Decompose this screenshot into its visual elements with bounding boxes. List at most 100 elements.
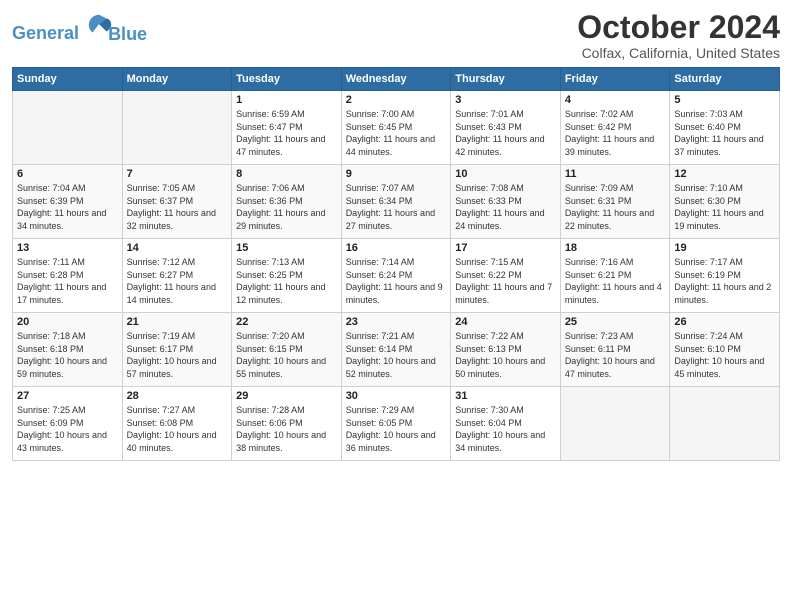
day-info: Sunrise: 7:25 AMSunset: 6:09 PMDaylight:…: [17, 404, 118, 454]
day-info: Sunrise: 7:24 AMSunset: 6:10 PMDaylight:…: [674, 330, 775, 380]
day-number: 29: [236, 390, 337, 402]
day-info: Sunrise: 7:01 AMSunset: 6:43 PMDaylight:…: [455, 108, 556, 158]
day-number: 6: [17, 168, 118, 180]
day-info: Sunrise: 7:09 AMSunset: 6:31 PMDaylight:…: [565, 182, 666, 232]
calendar-cell: 22 Sunrise: 7:20 AMSunset: 6:15 PMDayligh…: [232, 313, 342, 387]
day-number: 17: [455, 242, 556, 254]
header-day: Saturday: [670, 68, 780, 91]
day-number: 27: [17, 390, 118, 402]
day-number: 3: [455, 94, 556, 106]
day-number: 2: [346, 94, 447, 106]
day-number: 5: [674, 94, 775, 106]
calendar-cell: 10 Sunrise: 7:08 AMSunset: 6:33 PMDayligh…: [451, 165, 561, 239]
logo-text: General: [12, 11, 114, 44]
calendar-cell: 5 Sunrise: 7:03 AMSunset: 6:40 PMDaylight…: [670, 91, 780, 165]
calendar-cell: 19 Sunrise: 7:17 AMSunset: 6:19 PMDayligh…: [670, 239, 780, 313]
calendar-cell: 30Sunrise: 7:29 AMSunset: 6:05 PMDayligh…: [341, 387, 451, 461]
day-number: 24: [455, 316, 556, 328]
day-number: 23: [346, 316, 447, 328]
calendar-cell: 15 Sunrise: 7:13 AMSunset: 6:25 PMDayligh…: [232, 239, 342, 313]
month-title: October 2024: [577, 10, 780, 45]
day-number: 8: [236, 168, 337, 180]
header-day: Friday: [560, 68, 670, 91]
header-day: Thursday: [451, 68, 561, 91]
day-number: 22: [236, 316, 337, 328]
day-number: 30: [346, 390, 447, 402]
header-day: Wednesday: [341, 68, 451, 91]
calendar-week: 13 Sunrise: 7:11 AMSunset: 6:28 PMDayligh…: [13, 239, 780, 313]
header-day: Sunday: [13, 68, 123, 91]
day-info: Sunrise: 7:28 AMSunset: 6:06 PMDaylight:…: [236, 404, 337, 454]
calendar-cell: 14 Sunrise: 7:12 AMSunset: 6:27 PMDayligh…: [122, 239, 232, 313]
day-number: 1: [236, 94, 337, 106]
calendar-cell: 17 Sunrise: 7:15 AMSunset: 6:22 PMDayligh…: [451, 239, 561, 313]
calendar-cell: 6 Sunrise: 7:04 AMSunset: 6:39 PMDaylight…: [13, 165, 123, 239]
header-day: Tuesday: [232, 68, 342, 91]
calendar-cell: 31 Sunrise: 7:30 AMSunset: 6:04 PMDayligh…: [451, 387, 561, 461]
day-number: 11: [565, 168, 666, 180]
day-info: Sunrise: 7:08 AMSunset: 6:33 PMDaylight:…: [455, 182, 556, 232]
day-number: 31: [455, 390, 556, 402]
day-info: Sunrise: 7:20 AMSunset: 6:15 PMDaylight:…: [236, 330, 337, 380]
day-info: Sunrise: 7:07 AMSunset: 6:34 PMDaylight:…: [346, 182, 447, 232]
calendar-cell: 29 Sunrise: 7:28 AMSunset: 6:06 PMDayligh…: [232, 387, 342, 461]
day-info: Sunrise: 7:12 AMSunset: 6:27 PMDaylight:…: [127, 256, 228, 306]
day-number: 25: [565, 316, 666, 328]
day-info: Sunrise: 7:16 AMSunset: 6:21 PMDaylight:…: [565, 256, 666, 306]
day-info: Sunrise: 7:21 AMSunset: 6:14 PMDaylight:…: [346, 330, 447, 380]
calendar-cell: 7Sunrise: 7:05 AMSunset: 6:37 PMDaylight…: [122, 165, 232, 239]
day-info: Sunrise: 7:30 AMSunset: 6:04 PMDaylight:…: [455, 404, 556, 454]
day-info: Sunrise: 7:10 AMSunset: 6:30 PMDaylight:…: [674, 182, 775, 232]
day-number: 16: [346, 242, 447, 254]
header-row: SundayMondayTuesdayWednesdayThursdayFrid…: [13, 68, 780, 91]
day-info: Sunrise: 6:59 AMSunset: 6:47 PMDaylight:…: [236, 108, 337, 158]
calendar-cell: 28Sunrise: 7:27 AMSunset: 6:08 PMDayligh…: [122, 387, 232, 461]
calendar-cell: 21Sunrise: 7:19 AMSunset: 6:17 PMDayligh…: [122, 313, 232, 387]
calendar-week: 6 Sunrise: 7:04 AMSunset: 6:39 PMDaylight…: [13, 165, 780, 239]
calendar-week: 27 Sunrise: 7:25 AMSunset: 6:09 PMDayligh…: [13, 387, 780, 461]
calendar-table: SundayMondayTuesdayWednesdayThursdayFrid…: [12, 67, 780, 461]
day-number: 12: [674, 168, 775, 180]
calendar-week: 20Sunrise: 7:18 AMSunset: 6:18 PMDayligh…: [13, 313, 780, 387]
location-subtitle: Colfax, California, United States: [577, 45, 780, 61]
day-number: 10: [455, 168, 556, 180]
day-info: Sunrise: 7:13 AMSunset: 6:25 PMDaylight:…: [236, 256, 337, 306]
day-info: Sunrise: 7:03 AMSunset: 6:40 PMDaylight:…: [674, 108, 775, 158]
day-info: Sunrise: 7:15 AMSunset: 6:22 PMDaylight:…: [455, 256, 556, 306]
calendar-cell: [670, 387, 780, 461]
page-container: General Blue October 2024 Colfax, Califo…: [0, 0, 792, 469]
day-number: 18: [565, 242, 666, 254]
day-number: 19: [674, 242, 775, 254]
day-info: Sunrise: 7:23 AMSunset: 6:11 PMDaylight:…: [565, 330, 666, 380]
day-number: 20: [17, 316, 118, 328]
day-info: Sunrise: 7:17 AMSunset: 6:19 PMDaylight:…: [674, 256, 775, 306]
calendar-cell: 4 Sunrise: 7:02 AMSunset: 6:42 PMDaylight…: [560, 91, 670, 165]
calendar-cell: 25 Sunrise: 7:23 AMSunset: 6:11 PMDayligh…: [560, 313, 670, 387]
calendar-cell: 20Sunrise: 7:18 AMSunset: 6:18 PMDayligh…: [13, 313, 123, 387]
day-number: 14: [127, 242, 228, 254]
calendar-cell: 26 Sunrise: 7:24 AMSunset: 6:10 PMDayligh…: [670, 313, 780, 387]
day-number: 4: [565, 94, 666, 106]
header-day: Monday: [122, 68, 232, 91]
logo: General Blue: [12, 10, 147, 45]
calendar-cell: 8Sunrise: 7:06 AMSunset: 6:36 PMDaylight…: [232, 165, 342, 239]
page-header: General Blue October 2024 Colfax, Califo…: [12, 10, 780, 61]
calendar-cell: [13, 91, 123, 165]
calendar-cell: 23 Sunrise: 7:21 AMSunset: 6:14 PMDayligh…: [341, 313, 451, 387]
calendar-cell: [560, 387, 670, 461]
calendar-cell: 27 Sunrise: 7:25 AMSunset: 6:09 PMDayligh…: [13, 387, 123, 461]
day-number: 26: [674, 316, 775, 328]
day-info: Sunrise: 7:11 AMSunset: 6:28 PMDaylight:…: [17, 256, 118, 306]
calendar-cell: 2 Sunrise: 7:00 AMSunset: 6:45 PMDaylight…: [341, 91, 451, 165]
calendar-cell: 1 Sunrise: 6:59 AMSunset: 6:47 PMDaylight…: [232, 91, 342, 165]
day-info: Sunrise: 7:04 AMSunset: 6:39 PMDaylight:…: [17, 182, 118, 232]
day-info: Sunrise: 7:19 AMSunset: 6:17 PMDaylight:…: [127, 330, 228, 380]
calendar-cell: 11 Sunrise: 7:09 AMSunset: 6:31 PMDayligh…: [560, 165, 670, 239]
day-info: Sunrise: 7:02 AMSunset: 6:42 PMDaylight:…: [565, 108, 666, 158]
logo-blue: Blue: [108, 24, 147, 45]
day-info: Sunrise: 7:00 AMSunset: 6:45 PMDaylight:…: [346, 108, 447, 158]
day-number: 15: [236, 242, 337, 254]
calendar-cell: 13 Sunrise: 7:11 AMSunset: 6:28 PMDayligh…: [13, 239, 123, 313]
day-number: 13: [17, 242, 118, 254]
calendar-cell: 9Sunrise: 7:07 AMSunset: 6:34 PMDaylight…: [341, 165, 451, 239]
